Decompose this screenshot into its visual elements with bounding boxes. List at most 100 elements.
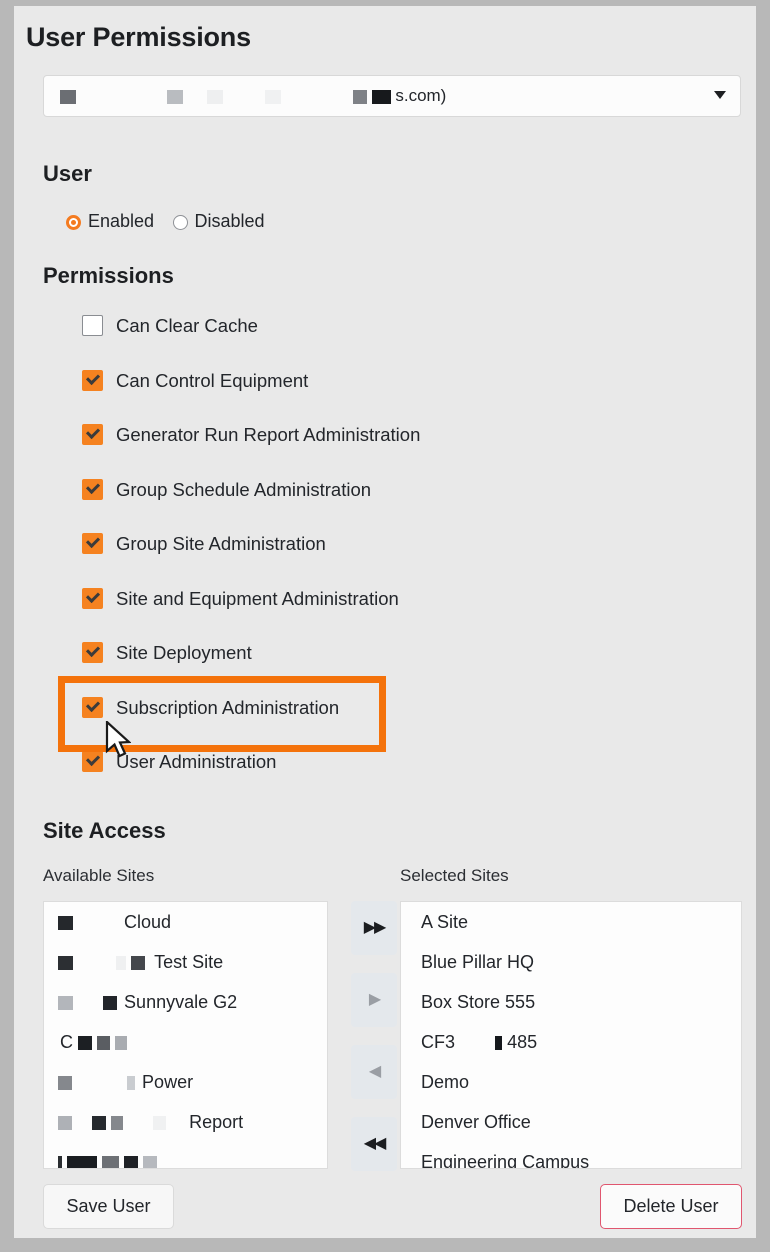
redaction-block	[153, 1116, 167, 1131]
redaction-block	[58, 1156, 62, 1168]
list-item[interactable]: Test Site	[44, 942, 327, 982]
checkbox-group-site-administration[interactable]	[82, 533, 103, 554]
redaction-block	[495, 1036, 503, 1051]
section-heading-site-access: Site Access	[43, 818, 166, 843]
permission-label: Site Deployment	[116, 642, 252, 663]
list-item-text-suffix: 485	[507, 1032, 538, 1052]
list-item[interactable]: Sunnyvale G2	[44, 982, 327, 1022]
permission-row[interactable]: User Administration	[82, 746, 722, 801]
permission-row[interactable]: Can Clear Cache	[82, 310, 722, 365]
transfer-button-group: ▶▶ ▶ ◀ ◀◀	[351, 901, 397, 1189]
redaction-block	[58, 956, 73, 971]
list-item[interactable]: Report	[44, 1102, 327, 1142]
delete-user-button[interactable]: Delete User	[600, 1184, 742, 1229]
permission-row[interactable]: Group Schedule Administration	[82, 474, 722, 529]
user-select-visible-text: s.com)	[395, 86, 447, 105]
checkbox-can-clear-cache[interactable]	[82, 315, 103, 336]
redaction-block	[265, 89, 282, 104]
list-item[interactable]: C	[44, 1022, 327, 1062]
permission-row[interactable]: Can Control Equipment	[82, 365, 722, 420]
redaction-block	[371, 89, 391, 104]
redaction-block	[92, 1116, 107, 1131]
user-status-radio-group: Enabled Disabled	[66, 208, 279, 234]
checkbox-site-and-equipment-administration[interactable]	[82, 587, 103, 609]
page-title: User Permissions	[26, 22, 251, 52]
list-item-text: C	[60, 1032, 73, 1052]
redaction-block	[124, 1156, 139, 1168]
redaction-block	[58, 1076, 72, 1091]
user-select-dropdown[interactable]: s.com)	[43, 75, 741, 117]
mouse-cursor-icon	[105, 721, 131, 758]
redaction-block	[143, 1156, 158, 1168]
move-left-button[interactable]: ◀	[351, 1045, 397, 1099]
redaction-block	[111, 1116, 124, 1131]
section-heading-permissions: Permissions	[43, 263, 174, 288]
checkbox-site-deployment[interactable]	[82, 642, 103, 663]
redaction-block	[67, 1156, 98, 1168]
radio-enabled-indicator[interactable]	[66, 215, 81, 230]
redaction-block	[115, 1036, 128, 1051]
redaction-block	[58, 996, 73, 1011]
selected-sites-listbox[interactable]: A Site Blue Pillar HQ Box Store 555 CF3 …	[400, 901, 742, 1169]
redaction-block	[127, 1076, 136, 1091]
redaction-block	[167, 89, 184, 104]
redaction-block	[103, 996, 118, 1011]
list-item[interactable]: Demo	[401, 1062, 741, 1102]
checkbox-group-schedule-administration[interactable]	[82, 478, 103, 500]
list-item-text: Sunnyvale G2	[124, 992, 238, 1012]
list-item[interactable]: Blue Pillar HQ	[401, 942, 741, 982]
list-item-text-prefix: CF3	[421, 1032, 456, 1052]
permission-label: Can Clear Cache	[116, 315, 258, 336]
redaction-block	[60, 89, 76, 104]
checkbox-generator-run-report-administration[interactable]	[82, 424, 103, 445]
radio-option-disabled[interactable]: Disabled	[172, 208, 265, 234]
permission-row[interactable]: Site and Equipment Administration	[82, 583, 722, 638]
user-select-value: s.com)	[60, 76, 446, 116]
available-sites-listbox[interactable]: Cloud Test Site Sunnyvale G2 C Power Rep…	[43, 901, 328, 1169]
redaction-block	[58, 1116, 72, 1131]
available-sites-label: Available Sites	[43, 866, 155, 885]
checkbox-can-control-equipment[interactable]	[82, 369, 103, 391]
radio-disabled-label: Disabled	[194, 211, 265, 231]
move-all-left-button[interactable]: ◀◀	[351, 1117, 397, 1171]
permission-label: Group Site Administration	[116, 533, 326, 554]
chevron-down-icon[interactable]	[714, 91, 726, 99]
redaction-block	[116, 956, 127, 971]
redaction-block	[102, 1156, 120, 1168]
list-item[interactable]: Cloud	[44, 902, 327, 942]
permission-label: Can Control Equipment	[116, 369, 309, 391]
redaction-block	[131, 956, 146, 971]
radio-enabled-label: Enabled	[88, 211, 155, 231]
section-heading-user: User	[43, 161, 92, 186]
user-permissions-panel: User Permissions s.com) User Permissions…	[14, 6, 756, 1238]
move-all-right-button[interactable]: ▶▶	[351, 901, 397, 955]
permission-label: Subscription Administration	[116, 696, 340, 718]
permission-label: User Administration	[116, 751, 277, 772]
list-item[interactable]	[44, 1142, 327, 1168]
permission-row[interactable]: Group Site Administration	[82, 528, 722, 583]
redaction-block	[97, 1036, 111, 1051]
list-item-text: Report	[189, 1112, 244, 1132]
save-user-button[interactable]: Save User	[43, 1184, 174, 1229]
list-item[interactable]: CF3 485	[401, 1022, 741, 1062]
move-right-button[interactable]: ▶	[351, 973, 397, 1027]
permission-label: Group Schedule Administration	[116, 478, 372, 500]
redaction-block	[58, 916, 73, 931]
list-item[interactable]: Power	[44, 1062, 327, 1102]
checkbox-user-administration[interactable]	[82, 751, 103, 772]
list-item[interactable]: Engineering Campus	[401, 1142, 741, 1168]
list-item-text: Power	[142, 1072, 194, 1092]
list-item[interactable]: A Site	[401, 902, 741, 942]
permission-row[interactable]: Generator Run Report Administration	[82, 419, 722, 474]
redaction-block	[78, 1036, 93, 1051]
checkbox-subscription-administration[interactable]	[82, 696, 103, 718]
list-item[interactable]: Box Store 555	[401, 982, 741, 1022]
list-item[interactable]: Denver Office	[401, 1102, 741, 1142]
redaction-block	[206, 89, 223, 104]
radio-option-enabled[interactable]: Enabled	[66, 208, 154, 234]
redaction-block	[352, 89, 367, 104]
permission-label: Site and Equipment Administration	[116, 587, 399, 609]
list-item-text: Test Site	[154, 952, 224, 972]
selected-sites-label: Selected Sites	[400, 866, 509, 885]
radio-disabled-indicator[interactable]	[172, 215, 188, 230]
